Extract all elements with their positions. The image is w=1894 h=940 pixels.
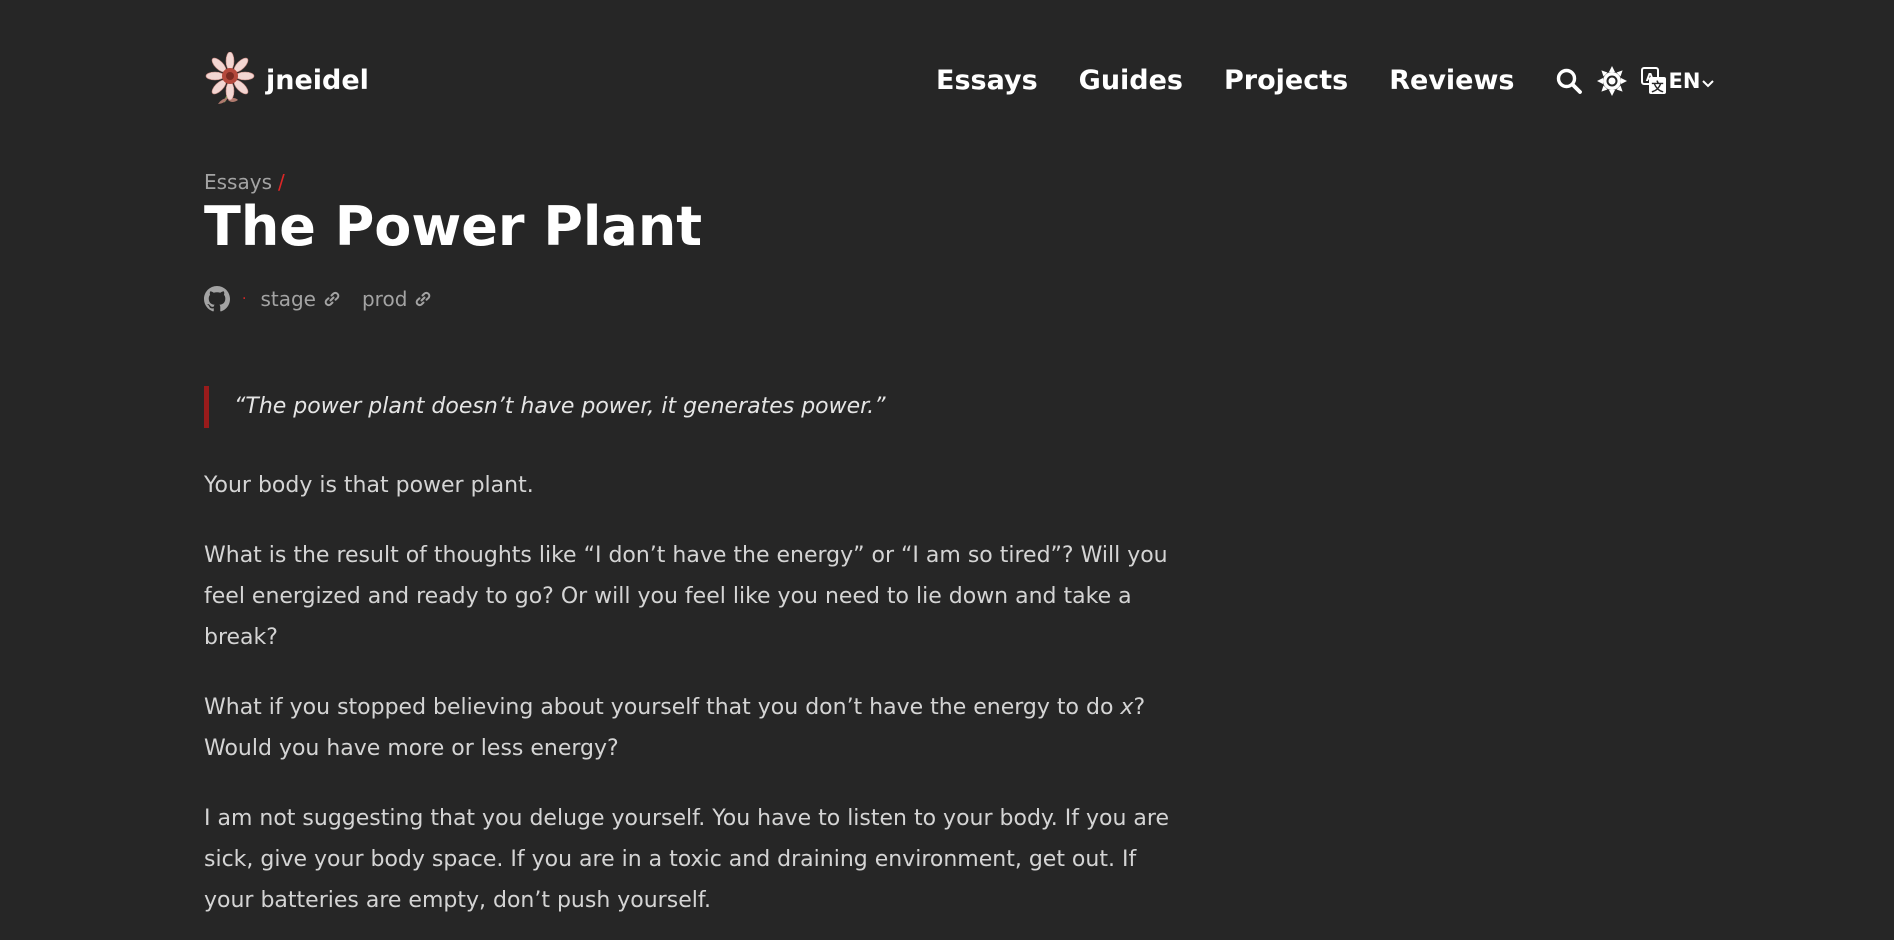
site-name[interactable]: jneidel bbox=[266, 65, 369, 96]
chevron-down-icon bbox=[1702, 80, 1715, 88]
nav-guides[interactable]: Guides bbox=[1079, 62, 1183, 100]
paragraph-4: I am not suggesting that you deluge your… bbox=[204, 806, 1169, 913]
paragraph-3: What if you stopped believing about your… bbox=[204, 687, 1184, 769]
meta-separator: · bbox=[242, 291, 247, 307]
article-quote: “The power plant doesn’t have power, it … bbox=[204, 386, 886, 428]
paragraph-2: What is the result of thoughts like “I d… bbox=[204, 543, 1168, 650]
search-icon[interactable] bbox=[1555, 67, 1583, 95]
paragraph-3-emphasis: x bbox=[1120, 695, 1134, 720]
paragraph-1: Your body is that power plant. bbox=[204, 473, 534, 498]
nav-icons: A 文 EN bbox=[1555, 66, 1716, 96]
site-header: jneidel Essays Guides Projects Reviews 文… bbox=[204, 0, 1715, 162]
main-nav: Essays Guides Projects Reviews 文 EN bbox=[936, 62, 1715, 100]
language-code: EN bbox=[1668, 69, 1701, 93]
prod-link-label: prod bbox=[361, 287, 408, 311]
link-icon bbox=[416, 291, 431, 307]
breadcrumb: Essays / bbox=[204, 170, 285, 194]
language-switcher[interactable]: A 文 EN bbox=[1640, 67, 1716, 95]
stage-link[interactable]: stage bbox=[260, 287, 342, 311]
nav-projects[interactable]: Projects bbox=[1224, 62, 1348, 100]
link-icon bbox=[324, 291, 340, 307]
github-icon[interactable] bbox=[204, 286, 230, 312]
svg-text:文: 文 bbox=[1651, 79, 1664, 94]
theme-toggle-icon[interactable] bbox=[1596, 66, 1627, 96]
prod-link[interactable]: prod bbox=[362, 287, 433, 311]
flower-logo-icon bbox=[205, 52, 255, 104]
paragraph-3-text: What if you stopped believing about your… bbox=[204, 695, 1121, 720]
breadcrumb-essays[interactable]: Essays bbox=[204, 170, 272, 194]
translate-icon: A 文 bbox=[1640, 67, 1666, 94]
stage-link-label: stage bbox=[260, 287, 316, 311]
home-link[interactable]: jneidel bbox=[204, 52, 369, 108]
breadcrumb-separator: / bbox=[278, 170, 285, 194]
article-meta: · stage prod bbox=[204, 286, 453, 312]
nav-essays[interactable]: Essays bbox=[936, 62, 1038, 100]
nav-reviews[interactable]: Reviews bbox=[1389, 62, 1514, 100]
page-title: The Power Plant bbox=[204, 195, 703, 258]
